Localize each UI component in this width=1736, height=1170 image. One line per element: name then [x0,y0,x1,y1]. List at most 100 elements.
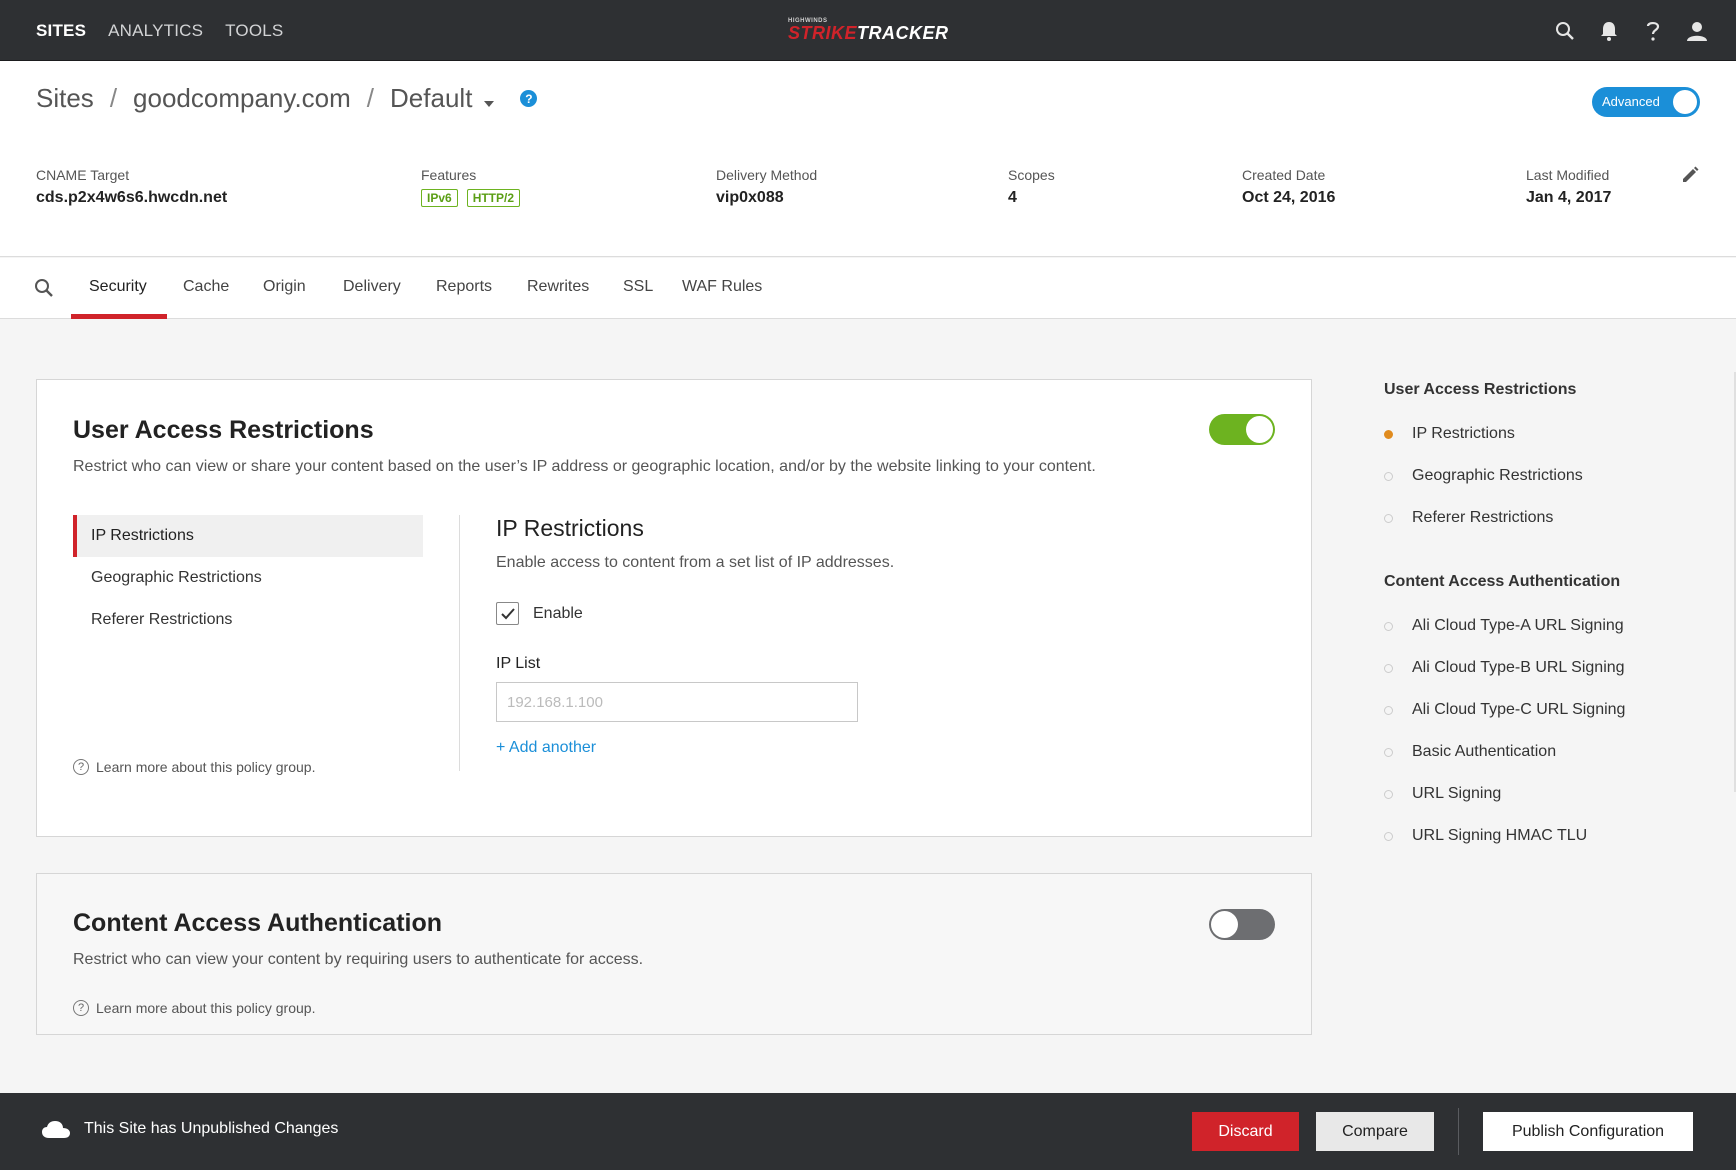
search-icon[interactable] [34,278,56,300]
add-another-link[interactable]: + Add another [496,739,894,757]
publish-configuration-button[interactable]: Publish Configuration [1483,1112,1693,1151]
created-value: Oct 24, 2016 [1242,189,1336,206]
active-dot-icon [1384,429,1393,439]
top-nav-bar: SITES ANALYTICS TOOLS HIGHWINDS STRIKETR… [0,0,1736,61]
outline-item[interactable]: URL Signing HMAC TLU [1384,815,1704,857]
delivery-method: Delivery Method vip0x088 [716,167,817,207]
dot-icon [1384,747,1393,757]
modified-value: Jan 4, 2017 [1526,189,1612,206]
learn-more-link[interactable]: ? Learn more about this policy group. [73,1000,315,1016]
site-header: Sites / goodcompany.com / Default ? Adva… [0,61,1736,257]
divider [1458,1108,1459,1155]
dot-icon [1384,621,1393,631]
nav-analytics[interactable]: ANALYTICS [108,21,203,41]
card-description: Restrict who can view your content by re… [73,951,644,968]
tab-reports[interactable]: Reports [436,278,492,296]
tab-rewrites[interactable]: Rewrites [527,278,589,296]
question-circle-icon: ? [73,1000,89,1016]
discard-button[interactable]: Discard [1192,1112,1299,1151]
panel-description: Enable access to content from a set list… [496,554,895,571]
learn-more-text: Learn more about this policy group. [96,759,316,775]
compare-button[interactable]: Compare [1316,1112,1434,1151]
tab-waf-rules[interactable]: WAF Rules [682,278,762,296]
outline-group-uar[interactable]: User Access Restrictions [1384,381,1704,399]
dot-icon [1384,831,1393,841]
delivery-label: Delivery Method [716,167,818,183]
outline-item-label: Referer Restrictions [1412,509,1554,526]
created-label: Created Date [1242,167,1326,183]
outline-item[interactable]: Ali Cloud Type-C URL Signing [1384,689,1704,731]
help-circle-icon[interactable]: ? [520,90,538,107]
tab-bar: Security Cache Origin Delivery Reports R… [0,258,1736,319]
content-access-authentication-card: Content Access Authentication Restrict w… [36,873,1312,1035]
page-outline: User Access Restrictions IP Restrictions… [1384,381,1704,857]
tab-security[interactable]: Security [89,278,147,296]
outline-item-label: URL Signing HMAC TLU [1412,827,1588,844]
outline-item-label: Ali Cloud Type-A URL Signing [1412,617,1624,634]
learn-more-text: Learn more about this policy group. [96,1000,316,1016]
breadcrumb-sites[interactable]: Sites [36,83,94,114]
outline-item[interactable]: Geographic Restrictions [1384,455,1704,497]
primary-nav: SITES ANALYTICS TOOLS [36,0,283,61]
subnav-referer-restrictions[interactable]: Referer Restrictions [73,599,423,641]
nav-sites[interactable]: SITES [36,21,86,41]
outline-item[interactable]: IP Restrictions [1384,413,1704,455]
outline-item[interactable]: Basic Authentication [1384,731,1704,773]
question-circle-icon: ? [73,759,89,775]
outline-item-label: IP Restrictions [1412,425,1515,442]
feature-tag-ipv6: IPv6 [421,189,458,207]
panel-title: IP Restrictions [496,515,644,541]
breadcrumb-site[interactable]: goodcompany.com [133,83,351,114]
nav-tools[interactable]: TOOLS [225,21,283,41]
subnav-geographic-restrictions[interactable]: Geographic Restrictions [73,557,423,599]
scopes: Scopes 4 [1008,167,1055,207]
checkmark-icon [500,607,515,619]
advanced-toggle-label: Advanced [1602,94,1660,109]
outline-item-label: Ali Cloud Type-B URL Signing [1412,659,1625,676]
outline-item[interactable]: Ali Cloud Type-A URL Signing [1384,605,1704,647]
enable-checkbox[interactable] [496,602,519,625]
switch-knob [1211,911,1238,938]
divider [459,515,460,771]
tab-ssl[interactable]: SSL [623,278,653,296]
caret-down-icon [484,101,495,107]
outline-item-label: Basic Authentication [1412,743,1557,760]
pencil-icon[interactable] [1680,165,1700,185]
top-icons [1554,0,1708,61]
delivery-value: vip0x088 [716,189,784,206]
outline-item[interactable]: Ali Cloud Type-B URL Signing [1384,647,1704,689]
features: Features IPv6 HTTP/2 [421,167,529,207]
breadcrumb-separator: / [109,83,118,113]
tab-origin[interactable]: Origin [263,278,306,296]
feature-tag-http2: HTTP/2 [466,189,521,207]
cloud-icon [42,1121,70,1138]
card-title: User Access Restrictions [73,416,374,444]
scopes-value: 4 [1008,189,1017,206]
cname-target: CNAME Target cds.p2x4w6s6.hwcdn.net [36,167,227,207]
advanced-toggle[interactable]: Advanced [1592,87,1700,117]
learn-more-link[interactable]: ? Learn more about this policy group. [73,759,315,775]
toggle-knob [1673,90,1697,114]
card-title: Content Access Authentication [73,909,443,937]
bell-icon[interactable] [1598,20,1620,42]
uar-enable-switch[interactable] [1209,414,1275,445]
outline-item-label: Geographic Restrictions [1412,467,1583,484]
user-icon[interactable] [1686,20,1708,42]
modified-label: Last Modified [1526,167,1610,183]
outline-group-caa[interactable]: Content Access Authentication [1384,573,1704,591]
outline-item[interactable]: Referer Restrictions [1384,497,1704,539]
logo-wordmark: STRIKETRACKER [788,23,949,43]
subnav-ip-restrictions[interactable]: IP Restrictions [73,515,423,557]
tab-cache[interactable]: Cache [183,278,229,296]
outline-item[interactable]: URL Signing [1384,773,1704,815]
striketracker-logo[interactable]: HIGHWINDS STRIKETRACKER [788,18,948,44]
dot-icon [1384,705,1393,715]
caa-enable-switch[interactable] [1209,909,1275,940]
switch-knob [1246,416,1273,443]
search-icon[interactable] [1554,20,1576,42]
ip-list-input[interactable] [496,682,858,722]
tab-delivery[interactable]: Delivery [343,278,401,296]
dot-icon [1384,789,1393,799]
help-icon[interactable] [1642,20,1664,42]
scope-dropdown[interactable]: Default [390,83,495,114]
